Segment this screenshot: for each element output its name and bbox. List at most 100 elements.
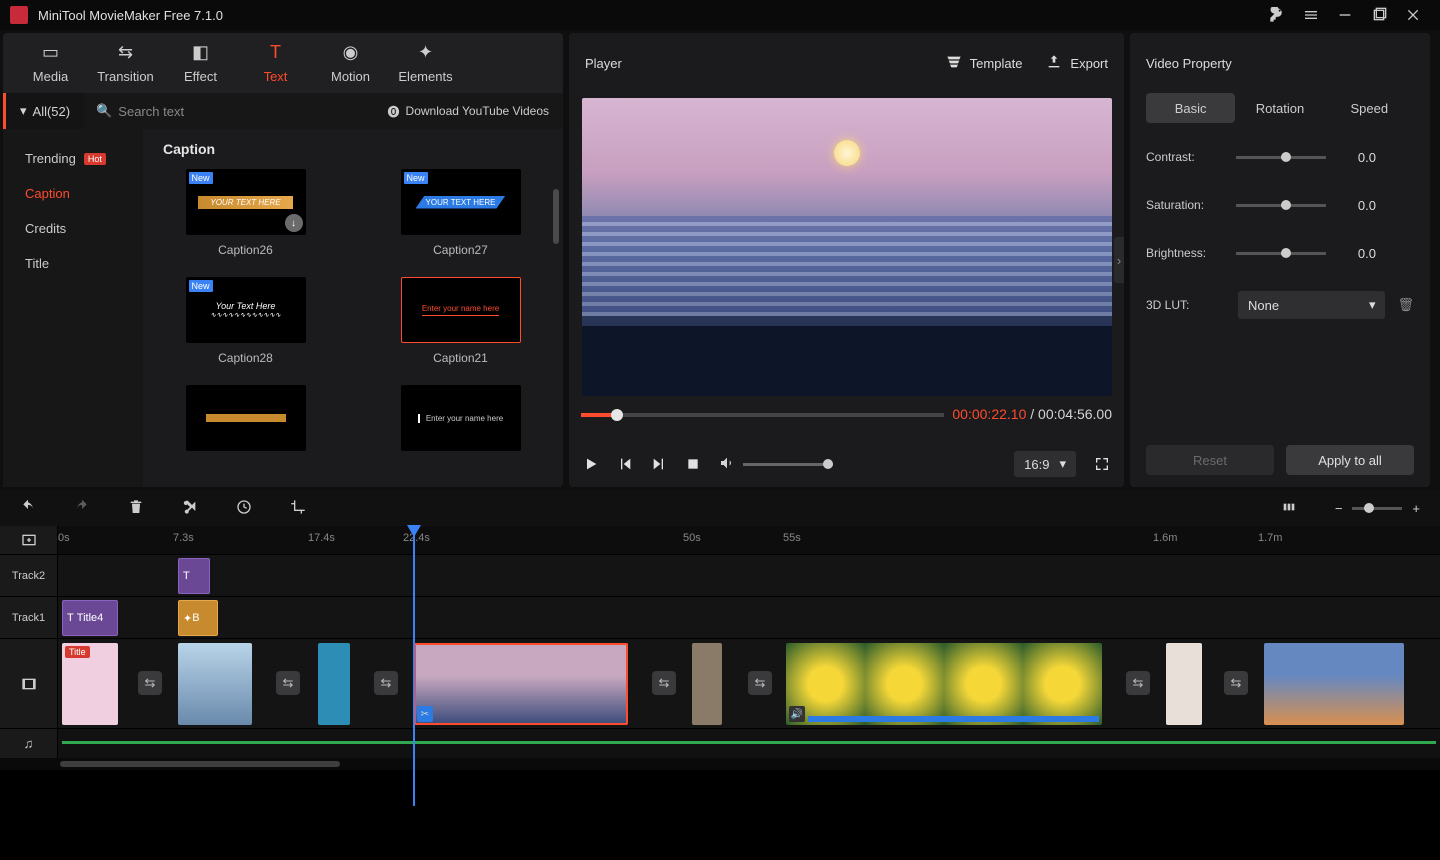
aspect-ratio[interactable]: 16:9▾ xyxy=(1014,451,1076,477)
transition-4[interactable]: ⇆ xyxy=(652,671,676,695)
video-clip-1[interactable]: Title xyxy=(62,643,118,725)
stop-button[interactable] xyxy=(685,456,701,472)
split-button[interactable] xyxy=(182,499,198,518)
close-icon[interactable] xyxy=(1396,0,1430,30)
chevron-down-icon: ▾ xyxy=(1059,456,1066,472)
thumb-extra1[interactable] xyxy=(163,385,328,473)
video-clip-2[interactable] xyxy=(178,643,252,725)
chevron-down-icon: ▾ xyxy=(1369,297,1376,313)
transition-2[interactable]: ⇆ xyxy=(276,671,300,695)
proptab-rotation[interactable]: Rotation xyxy=(1235,93,1324,123)
download-youtube[interactable]: ⓿Download YouTube Videos xyxy=(374,103,563,120)
saturation-slider[interactable] xyxy=(1236,204,1326,207)
category-list: TrendingHot Caption Credits Title xyxy=(3,129,143,487)
effect-icon: ◧ xyxy=(192,42,209,63)
delete-button[interactable] xyxy=(128,499,144,518)
minimize-icon[interactable] xyxy=(1328,0,1362,30)
thumb-caption27[interactable]: NewYOUR TEXT HERE Caption27 xyxy=(378,169,543,257)
proptab-speed[interactable]: Speed xyxy=(1325,93,1414,123)
cat-title[interactable]: Title xyxy=(3,246,143,281)
undo-button[interactable] xyxy=(20,499,36,518)
download-icon: ↓ xyxy=(285,214,303,232)
volume-control[interactable] xyxy=(719,455,833,474)
trash-icon[interactable]: 🗑 xyxy=(1397,297,1414,313)
transition-3[interactable]: ⇆ xyxy=(374,671,398,695)
thumb-caption26[interactable]: NewYOUR TEXT HERE↓ Caption26 xyxy=(163,169,328,257)
video-clip-4[interactable]: ✂ xyxy=(414,643,628,725)
text-icon: T xyxy=(183,570,190,582)
library-scrollbar[interactable] xyxy=(553,189,559,244)
redo-button[interactable] xyxy=(74,499,90,518)
video-clip-8[interactable] xyxy=(1264,643,1404,725)
thumb-extra2[interactable]: Enter your name here xyxy=(378,385,543,473)
transition-7[interactable]: ⇆ xyxy=(1224,671,1248,695)
play-button[interactable] xyxy=(583,456,599,472)
apply-all-button[interactable]: Apply to all xyxy=(1286,445,1414,475)
app-logo xyxy=(10,6,28,24)
tab-media[interactable]: ▭Media xyxy=(13,33,88,93)
lut-select[interactable]: None▾ xyxy=(1238,291,1385,319)
search-icon: 🔍 xyxy=(96,103,112,119)
brightness-slider[interactable] xyxy=(1236,252,1326,255)
playhead[interactable] xyxy=(413,526,415,806)
transition-5[interactable]: ⇆ xyxy=(748,671,772,695)
transition-1[interactable]: ⇆ xyxy=(138,671,162,695)
music-track[interactable] xyxy=(58,729,1440,758)
contrast-slider[interactable] xyxy=(1236,156,1326,159)
maximize-icon[interactable] xyxy=(1362,0,1396,30)
fit-button[interactable] xyxy=(1281,499,1297,518)
section-heading: Caption xyxy=(163,141,543,157)
next-button[interactable] xyxy=(651,456,667,472)
time-ruler[interactable]: 0s 7.3s 17.4s 22.4s 50s 55s 1.6m 1.7m xyxy=(58,526,1440,554)
tab-transition[interactable]: ⇆Transition xyxy=(88,33,163,93)
category-all[interactable]: ▾All(52) xyxy=(3,93,84,129)
add-track-button[interactable] xyxy=(0,526,58,554)
prev-button[interactable] xyxy=(617,456,633,472)
scrubber[interactable]: 00:00:22.10 / 00:04:56.00 xyxy=(569,401,1124,441)
video-clip-3[interactable] xyxy=(318,643,350,725)
fullscreen-button[interactable] xyxy=(1094,456,1110,472)
brightness-row: Brightness: 0.0 xyxy=(1146,229,1414,277)
zoom-out-icon[interactable]: − xyxy=(1335,501,1343,516)
video-track-icon xyxy=(0,639,58,728)
tab-motion[interactable]: ◉Motion xyxy=(313,33,388,93)
tab-elements[interactable]: ✦Elements xyxy=(388,33,463,93)
export-icon xyxy=(1046,54,1062,73)
cat-trending[interactable]: TrendingHot xyxy=(3,141,143,176)
text-icon: T xyxy=(270,42,281,63)
zoom-control[interactable]: − + xyxy=(1335,501,1420,516)
search-text[interactable]: 🔍Search text xyxy=(84,103,373,119)
speed-button[interactable] xyxy=(236,499,252,518)
app-title: MiniTool MovieMaker Free 7.1.0 xyxy=(38,8,1260,23)
preview-canvas[interactable] xyxy=(582,98,1112,396)
video-clip-7[interactable] xyxy=(1166,643,1202,725)
template-button[interactable]: Template xyxy=(946,54,1023,73)
tab-text[interactable]: TText xyxy=(238,33,313,93)
panel-collapse-handle[interactable]: › xyxy=(1114,237,1124,283)
proptab-basic[interactable]: Basic xyxy=(1146,93,1235,123)
export-button[interactable]: Export xyxy=(1046,54,1108,73)
element-clip-track1[interactable]: ✦ B xyxy=(178,600,218,636)
thumb-caption21[interactable]: Enter your name here Caption21 xyxy=(378,277,543,365)
video-clip-6[interactable]: 🔊 xyxy=(786,643,1102,725)
zoom-in-icon[interactable]: + xyxy=(1412,501,1420,516)
download-icon: ⓿ xyxy=(388,103,400,120)
tab-effect[interactable]: ◧Effect xyxy=(163,33,238,93)
title-clip-track1[interactable]: T Title4 xyxy=(62,600,118,636)
cat-caption[interactable]: Caption xyxy=(3,176,143,211)
crop-button[interactable] xyxy=(290,499,306,518)
transition-6[interactable]: ⇆ xyxy=(1126,671,1150,695)
thumb-caption28[interactable]: NewYour Text Here∿∿∿∿∿∿∿∿∿∿∿∿ Caption28 xyxy=(163,277,328,365)
menu-icon[interactable] xyxy=(1294,0,1328,30)
cat-credits[interactable]: Credits xyxy=(3,211,143,246)
text-clip-track2[interactable]: T xyxy=(178,558,210,594)
track2-label: Track2 xyxy=(0,555,58,596)
saturation-row: Saturation: 0.0 xyxy=(1146,181,1414,229)
volume-icon xyxy=(719,455,735,474)
reset-button[interactable]: Reset xyxy=(1146,445,1274,475)
key-icon[interactable] xyxy=(1260,0,1294,30)
elements-icon: ✦ xyxy=(418,42,433,63)
template-icon xyxy=(946,54,962,73)
video-clip-5[interactable] xyxy=(692,643,722,725)
timeline-scrollbar[interactable] xyxy=(0,758,1440,770)
